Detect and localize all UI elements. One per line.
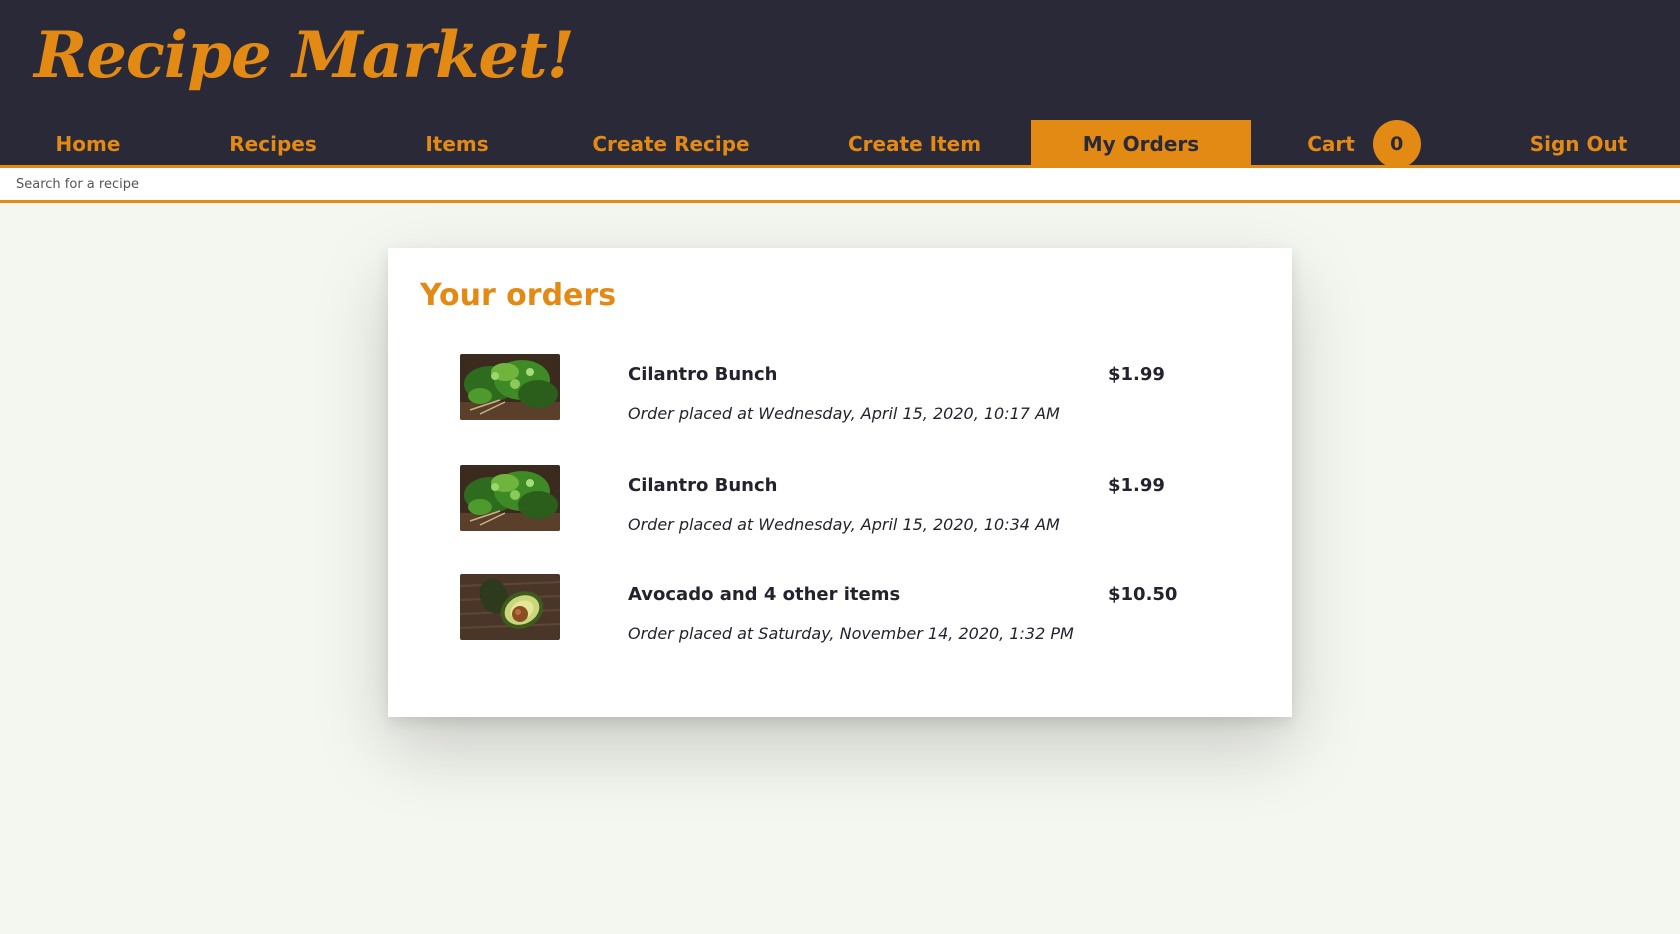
order-price: $10.50: [1108, 584, 1178, 605]
order-item-name: Cilantro Bunch: [628, 475, 778, 496]
nav-sign-out[interactable]: Sign Out: [1477, 120, 1680, 168]
avocado-image: [460, 574, 560, 640]
order-price: $1.99: [1108, 364, 1165, 385]
cart-count-badge: 0: [1372, 120, 1421, 168]
nav-cart-label: Cart: [1307, 132, 1355, 156]
nav-home[interactable]: Home: [0, 120, 176, 168]
orders-card: Your orders Cilantro Bunch Order placed …: [388, 248, 1292, 717]
nav-create-recipe[interactable]: Create Recipe: [544, 120, 798, 168]
orders-title: Your orders: [420, 278, 617, 313]
nav-my-orders[interactable]: My Orders: [1031, 120, 1251, 168]
order-date: Order placed at Saturday, November 14, 2…: [628, 624, 1074, 643]
header: Recipe Market! Home Recipes Items Create…: [0, 0, 1680, 168]
search-bar: [0, 168, 1680, 203]
order-item-name: Avocado and 4 other items: [628, 584, 901, 605]
order-date: Order placed at Wednesday, April 15, 202…: [628, 404, 1060, 423]
app-logo[interactable]: Recipe Market!: [34, 18, 575, 93]
order-row[interactable]: Avocado and 4 other items Order placed a…: [388, 574, 1292, 644]
nav-items[interactable]: Items: [370, 120, 544, 168]
cilantro-image: [460, 465, 560, 531]
nav-cart[interactable]: Cart 0: [1251, 120, 1477, 168]
order-row[interactable]: Cilantro Bunch Order placed at Wednesday…: [388, 354, 1292, 424]
order-price: $1.99: [1108, 475, 1165, 496]
cilantro-image: [460, 354, 560, 420]
search-input[interactable]: [0, 168, 1680, 200]
nav-recipes[interactable]: Recipes: [176, 120, 370, 168]
main-nav: Home Recipes Items Create Recipe Create …: [0, 120, 1680, 168]
order-item-name: Cilantro Bunch: [628, 364, 778, 385]
nav-create-item[interactable]: Create Item: [798, 120, 1031, 168]
order-date: Order placed at Wednesday, April 15, 202…: [628, 515, 1060, 534]
order-row[interactable]: Cilantro Bunch Order placed at Wednesday…: [388, 465, 1292, 535]
